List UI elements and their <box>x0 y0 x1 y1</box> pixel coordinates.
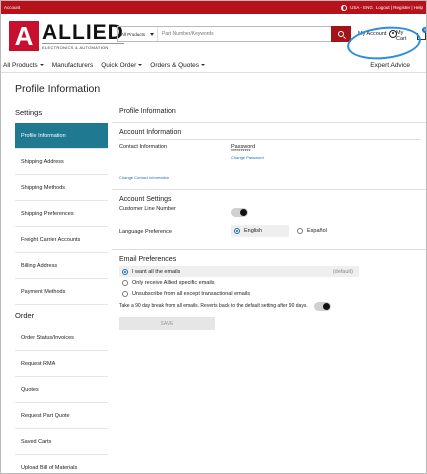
search-category-label: All Products <box>121 31 146 37</box>
main-heading: Profile Information <box>112 101 426 123</box>
top-links[interactable]: Logout | Register | Help <box>376 5 423 10</box>
sidebar-item-shipping-preferences[interactable]: Shipping Preferences <box>15 201 108 227</box>
sidebar-settings-heading: Settings <box>15 107 43 117</box>
sidebar-item-freight-carrier-accounts[interactable]: Freight Carrier Accounts <box>15 227 108 253</box>
radio-email-all[interactable] <box>122 268 128 275</box>
email-option-allied-label: Only receive Allied specific emails <box>132 279 215 286</box>
nav-quick-order-label: Quick Order <box>101 61 137 69</box>
search-input[interactable] <box>158 31 350 37</box>
sidebar-order-heading: Order <box>15 310 35 320</box>
lang-english-label: English <box>244 228 263 234</box>
password-block: Password ********** Change Password <box>231 144 264 160</box>
sidebar-item-shipping-address[interactable]: Shipping Address <box>15 149 108 175</box>
chevron-down-icon <box>138 64 143 66</box>
account-settings-section: Account Settings Customer Line Number La… <box>112 189 426 249</box>
sidebar-item-profile-information[interactable]: Profile Information <box>15 123 108 149</box>
radio-email-allied[interactable] <box>122 279 128 286</box>
header: A ALLIED ELECTRONICS & AUTOMATION All Pr… <box>1 14 427 63</box>
lang-english-option[interactable]: English <box>231 225 289 237</box>
main-nav: All Products Manufacturers Quick Order O… <box>1 58 426 72</box>
nav-orders-quotes-label: Orders & Quotes <box>150 61 200 69</box>
search-button[interactable] <box>331 26 351 42</box>
email-break-row: Take a 90 day break from all emails. Rev… <box>119 299 421 313</box>
nav-manufacturers[interactable]: Manufacturers <box>52 62 94 69</box>
page-title: Profile Information <box>15 83 101 95</box>
nav-expert-advice-label: Expert Advice <box>370 61 410 69</box>
account-settings-title: Account Settings <box>119 196 172 203</box>
main-content: Profile Information Account Information … <box>112 101 426 330</box>
email-break-text: Take a 90 day break from all emails. Rev… <box>119 303 308 309</box>
cart-count-badge: 0 <box>422 26 427 33</box>
sidebar-item-request-rma[interactable]: Request RMA <box>15 351 108 377</box>
sidebar-item-payment-methods[interactable]: Payment Methods <box>15 279 108 305</box>
account-information-section: Account Information Contact Information … <box>112 123 426 189</box>
chevron-down-icon <box>39 64 44 66</box>
search-bar: All Products <box>117 26 351 42</box>
chevron-down-icon <box>150 32 154 36</box>
change-password-link[interactable]: Change Password <box>231 155 264 160</box>
top-bar: Account USA - ENG Logout | Register | He… <box>1 1 426 14</box>
lang-spanish-label: Español <box>307 228 327 234</box>
top-bar-right: USA - ENG Logout | Register | Help <box>341 4 423 11</box>
nav-manufacturers-label: Manufacturers <box>51 61 94 69</box>
lang-spanish-option[interactable]: Español <box>297 225 327 237</box>
nav-expert-advice[interactable]: Expert Advice <box>370 62 410 69</box>
allied-logo[interactable]: A ALLIED ELECTRONICS & AUTOMATION <box>9 21 124 51</box>
nav-quick-order[interactable]: Quick Order <box>101 61 143 69</box>
customer-line-toggle[interactable] <box>231 208 248 217</box>
radio-spanish[interactable] <box>297 228 303 234</box>
nav-all-products[interactable]: All Products <box>3 62 44 69</box>
change-contact-link[interactable]: Change Contact Information <box>119 175 169 180</box>
radio-english[interactable] <box>234 228 240 234</box>
page: Account USA - ENG Logout | Register | He… <box>0 0 427 474</box>
logo-mark: A <box>9 21 39 51</box>
email-option-all[interactable]: I want all the emails (default) <box>119 266 359 277</box>
nav-orders-quotes[interactable]: Orders & Quotes <box>150 61 206 69</box>
email-option-unsubscribe[interactable]: Unsubscribe from all except transactiona… <box>119 288 421 299</box>
email-preferences-section: Email Preferences I want all the emails … <box>112 249 426 330</box>
search-category-select[interactable]: All Products <box>118 27 158 41</box>
email-break-toggle[interactable] <box>313 301 331 311</box>
globe-icon <box>341 4 348 11</box>
locale-select[interactable]: USA - ENG <box>350 5 373 10</box>
sidebar-item-shipping-methods[interactable]: Shipping Methods <box>15 175 108 201</box>
language-preference-label: Language Preference <box>119 229 172 235</box>
sidebar-item-order-status[interactable]: Order Status/Invoices <box>15 325 108 351</box>
logo-word: ALLIED <box>42 20 124 44</box>
default-label: (default) <box>332 268 353 275</box>
sidebar-item-billing-address[interactable]: Billing Address <box>15 253 108 279</box>
search-icon <box>338 31 344 37</box>
sidebar-item-request-part-quote[interactable]: Request Part Quote <box>15 403 108 429</box>
email-preferences-title: Email Preferences <box>119 256 177 263</box>
email-option-unsubscribe-label: Unsubscribe from all except transactiona… <box>132 290 250 297</box>
chevron-down-icon <box>201 64 206 66</box>
logo-subtitle: ELECTRONICS & AUTOMATION <box>42 42 124 50</box>
sidebar: Settings Profile Information Shipping Ad… <box>1 101 108 473</box>
account-label[interactable]: Account <box>4 5 20 10</box>
customer-line-label: Customer Line Number <box>119 206 176 212</box>
sidebar-item-saved-carts[interactable]: Saved Carts <box>15 429 108 455</box>
sidebar-item-upload-bom[interactable]: Upload Bill of Materials <box>15 455 108 473</box>
email-option-allied[interactable]: Only receive Allied specific emails <box>119 277 421 288</box>
contact-information-label: Contact Information <box>119 139 421 150</box>
save-button[interactable]: SAVE <box>119 317 215 330</box>
email-option-all-label: I want all the emails <box>132 268 181 275</box>
nav-all-products-label: All Products <box>3 61 38 69</box>
account-information-title: Account Information <box>119 129 182 136</box>
sidebar-item-quotes[interactable]: Quotes <box>15 377 108 403</box>
radio-email-unsubscribe[interactable] <box>122 290 128 297</box>
logo-text: ALLIED ELECTRONICS & AUTOMATION <box>42 20 124 50</box>
